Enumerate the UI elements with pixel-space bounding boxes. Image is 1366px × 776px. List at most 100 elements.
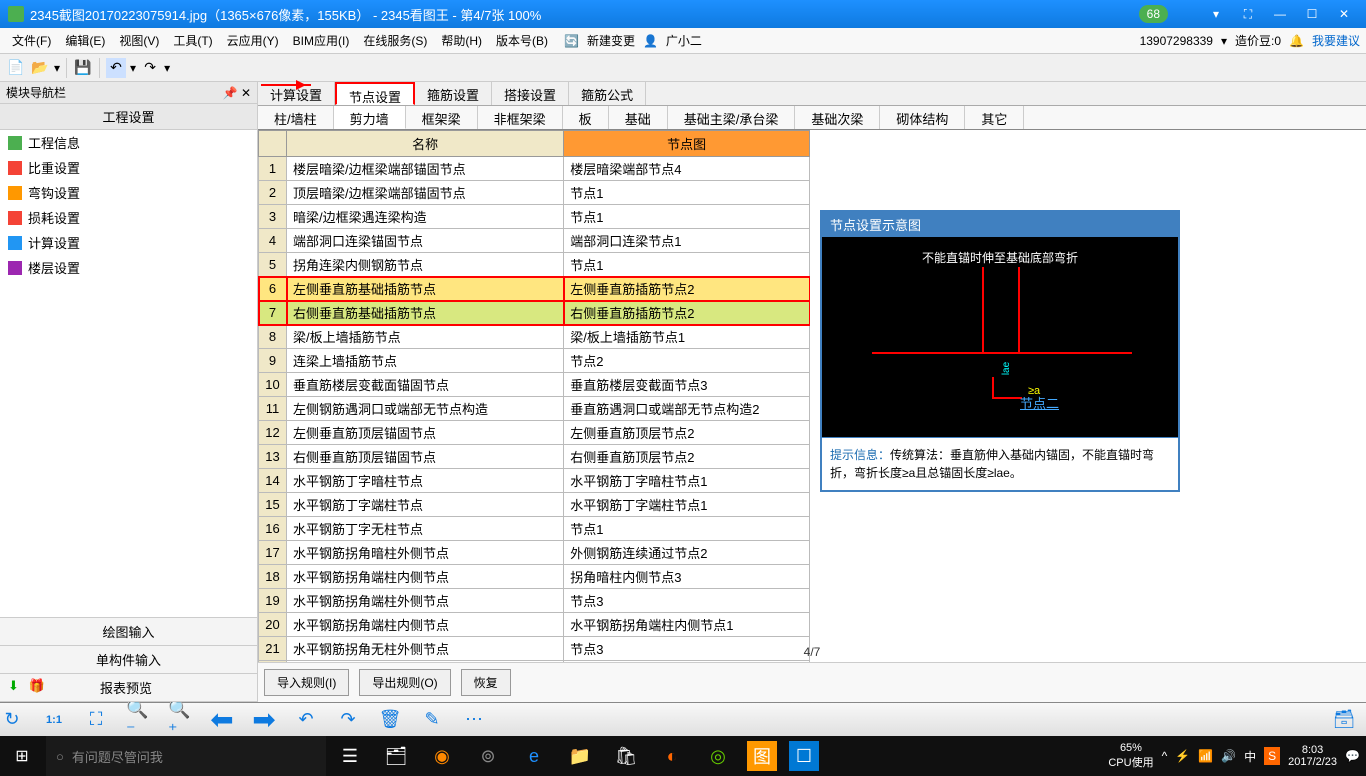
- app1-icon[interactable]: 🗂: [374, 736, 418, 776]
- scale-icon[interactable]: 1:1: [42, 708, 66, 732]
- table-row[interactable]: 20水平钢筋拐角端柱内侧节点水平钢筋拐角端柱内侧节点1: [259, 613, 810, 637]
- zoom-in-icon[interactable]: 🔍⁺: [168, 708, 192, 732]
- redo-icon[interactable]: ↷: [140, 58, 160, 78]
- table-row[interactable]: 5拐角连梁内侧钢筋节点节点1: [259, 253, 810, 277]
- maximize-icon[interactable]: ☐: [1298, 4, 1326, 24]
- table-row[interactable]: 12左侧垂直筋顶层锚固节点左侧垂直筋顶层节点2: [259, 421, 810, 445]
- table-row[interactable]: 18水平钢筋拐角端柱内侧节点拐角暗柱内侧节点3: [259, 565, 810, 589]
- app4-icon[interactable]: ◐: [650, 736, 694, 776]
- notification-icon[interactable]: 💬: [1345, 749, 1360, 763]
- refresh-icon[interactable]: 🔄: [564, 34, 579, 48]
- tab-calc-setting[interactable]: 计算设置: [258, 82, 335, 105]
- table-row[interactable]: 17水平钢筋拐角暗柱外侧节点外侧钢筋连续通过节点2: [259, 541, 810, 565]
- tab-slab[interactable]: 板: [563, 106, 609, 129]
- sidebar-item-loss[interactable]: 损耗设置: [0, 205, 257, 230]
- app3-icon[interactable]: ⊚: [466, 736, 510, 776]
- save-icon[interactable]: 💾: [73, 58, 93, 78]
- delete-icon[interactable]: 🗑: [378, 708, 402, 732]
- fit-icon[interactable]: ↻: [0, 708, 24, 732]
- pin-icon[interactable]: 📌: [223, 86, 238, 100]
- table-row[interactable]: 16水平钢筋丁字无柱节点节点1: [259, 517, 810, 541]
- tab-foundation-beam[interactable]: 基础主梁/承台梁: [668, 106, 796, 129]
- app7-icon[interactable]: ☐: [789, 741, 819, 771]
- power-icon[interactable]: ⚡: [1175, 749, 1190, 763]
- table-row[interactable]: 19水平钢筋拐角端柱外侧节点节点3: [259, 589, 810, 613]
- tab-node-setting[interactable]: 节点设置: [335, 82, 415, 105]
- gift-icon[interactable]: ⬇: [8, 678, 19, 694]
- sidebar-item-calc[interactable]: 计算设置: [0, 230, 257, 255]
- restore-icon[interactable]: —: [1266, 4, 1294, 24]
- more-icon[interactable]: ⋯: [462, 708, 486, 732]
- present-icon[interactable]: 🎁: [29, 678, 45, 694]
- fullscreen-icon[interactable]: ⛶: [1234, 4, 1262, 24]
- tab-column[interactable]: 柱/墙柱: [258, 106, 334, 129]
- username[interactable]: 广小二: [660, 29, 708, 52]
- menu-help[interactable]: 帮助(H): [435, 29, 488, 52]
- tab-frame-beam[interactable]: 框架梁: [406, 106, 478, 129]
- tab-lap-setting[interactable]: 搭接设置: [492, 82, 569, 105]
- btn-import-rule[interactable]: 导入规则(I): [264, 669, 349, 696]
- tab-masonry[interactable]: 砌体结构: [880, 106, 965, 129]
- edit-icon[interactable]: ✎: [420, 708, 444, 732]
- new-icon[interactable]: 📄: [6, 58, 26, 78]
- menu-file[interactable]: 文件(F): [6, 29, 57, 52]
- undo-icon[interactable]: ↶: [106, 58, 126, 78]
- sidebar-item-floor[interactable]: 楼层设置: [0, 255, 257, 280]
- menu-bim[interactable]: BIM应用(I): [287, 29, 356, 52]
- suggest-link[interactable]: 我要建议: [1312, 32, 1360, 49]
- btn-report-preview[interactable]: ⬇ 🎁 报表预览: [0, 674, 257, 702]
- table-row[interactable]: 13右侧垂直筋顶层锚固节点右侧垂直筋顶层节点2: [259, 445, 810, 469]
- table-row[interactable]: 2顶层暗梁/边框梁端部锚固节点节点1: [259, 181, 810, 205]
- explorer-icon[interactable]: 📁: [558, 736, 602, 776]
- menu-view[interactable]: 视图(V): [113, 29, 165, 52]
- ime-icon[interactable]: 中: [1244, 748, 1256, 765]
- btn-export-rule[interactable]: 导出规则(O): [359, 669, 450, 696]
- tab-stirrup-setting[interactable]: 箍筋设置: [415, 82, 492, 105]
- menu-edit[interactable]: 编辑(E): [59, 29, 111, 52]
- tray-up-icon[interactable]: ^: [1162, 749, 1168, 763]
- app5-icon[interactable]: ◎: [696, 736, 740, 776]
- panel-close-icon[interactable]: ✕: [241, 86, 251, 100]
- next-icon[interactable]: ➡: [252, 708, 276, 732]
- edge-icon[interactable]: e: [512, 736, 556, 776]
- sidebar-item-weight[interactable]: 比重设置: [0, 155, 257, 180]
- menu-version[interactable]: 版本号(B): [490, 29, 554, 52]
- btn-restore[interactable]: 恢复: [461, 669, 511, 696]
- input-icon[interactable]: S: [1264, 747, 1280, 765]
- table-row[interactable]: 7右侧垂直筋基础插筋节点右侧垂直筋插筋节点2: [259, 301, 810, 325]
- notification-badge[interactable]: 68: [1139, 5, 1168, 23]
- btn-draw-input[interactable]: 绘图输入: [0, 618, 257, 646]
- menu-new-change[interactable]: 新建变更: [581, 29, 641, 52]
- trash-icon[interactable]: 🗃: [1332, 708, 1356, 732]
- tab-other[interactable]: 其它: [965, 106, 1024, 129]
- rotate-right-icon[interactable]: ↷: [336, 708, 360, 732]
- taskbar-clock[interactable]: 8:032017/2/23: [1288, 744, 1337, 768]
- tab-nonframe-beam[interactable]: 非框架梁: [478, 106, 563, 129]
- tab-foundation[interactable]: 基础: [609, 106, 668, 129]
- app6-icon[interactable]: 图: [747, 741, 777, 771]
- table-row[interactable]: 10垂直筋楼层变截面锚固节点垂直筋楼层变截面节点3: [259, 373, 810, 397]
- zoom-out-icon[interactable]: 🔍⁻: [126, 708, 150, 732]
- table-row[interactable]: 3暗梁/边框梁遇连梁构造节点1: [259, 205, 810, 229]
- diagram-link[interactable]: 节点二: [1020, 393, 1059, 412]
- menu-online[interactable]: 在线服务(S): [357, 29, 433, 52]
- taskbar-search[interactable]: ○ 有问题尽管问我: [46, 736, 326, 776]
- table-row[interactable]: 4端部洞口连梁锚固节点端部洞口连梁节点1: [259, 229, 810, 253]
- table-row[interactable]: 9连梁上墙插筋节点节点2: [259, 349, 810, 373]
- bell-icon[interactable]: 🔔: [1289, 34, 1304, 48]
- rotate-left-icon[interactable]: ↶: [294, 708, 318, 732]
- table-row[interactable]: 15水平钢筋丁字端柱节点水平钢筋丁字端柱节点1: [259, 493, 810, 517]
- sidebar-item-hook[interactable]: 弯钩设置: [0, 180, 257, 205]
- tab-shearwall[interactable]: 剪力墙: [334, 106, 406, 129]
- store-icon[interactable]: 🛍: [604, 736, 648, 776]
- taskview-icon[interactable]: ☰: [328, 736, 372, 776]
- btn-single-input[interactable]: 单构件输入: [0, 646, 257, 674]
- table-row[interactable]: 11左侧钢筋遇洞口或端部无节点构造垂直筋遇洞口或端部无节点构造2: [259, 397, 810, 421]
- menu-cloud[interactable]: 云应用(Y): [221, 29, 285, 52]
- cpu-usage[interactable]: 65%CPU使用: [1108, 742, 1153, 770]
- cost-bean[interactable]: 造价豆:0: [1235, 32, 1281, 49]
- minimize-icon[interactable]: ▾: [1202, 4, 1230, 24]
- start-icon[interactable]: ⊞: [0, 736, 44, 776]
- sidebar-item-project-info[interactable]: 工程信息: [0, 130, 257, 155]
- fullscreen-view-icon[interactable]: ⛶: [84, 708, 108, 732]
